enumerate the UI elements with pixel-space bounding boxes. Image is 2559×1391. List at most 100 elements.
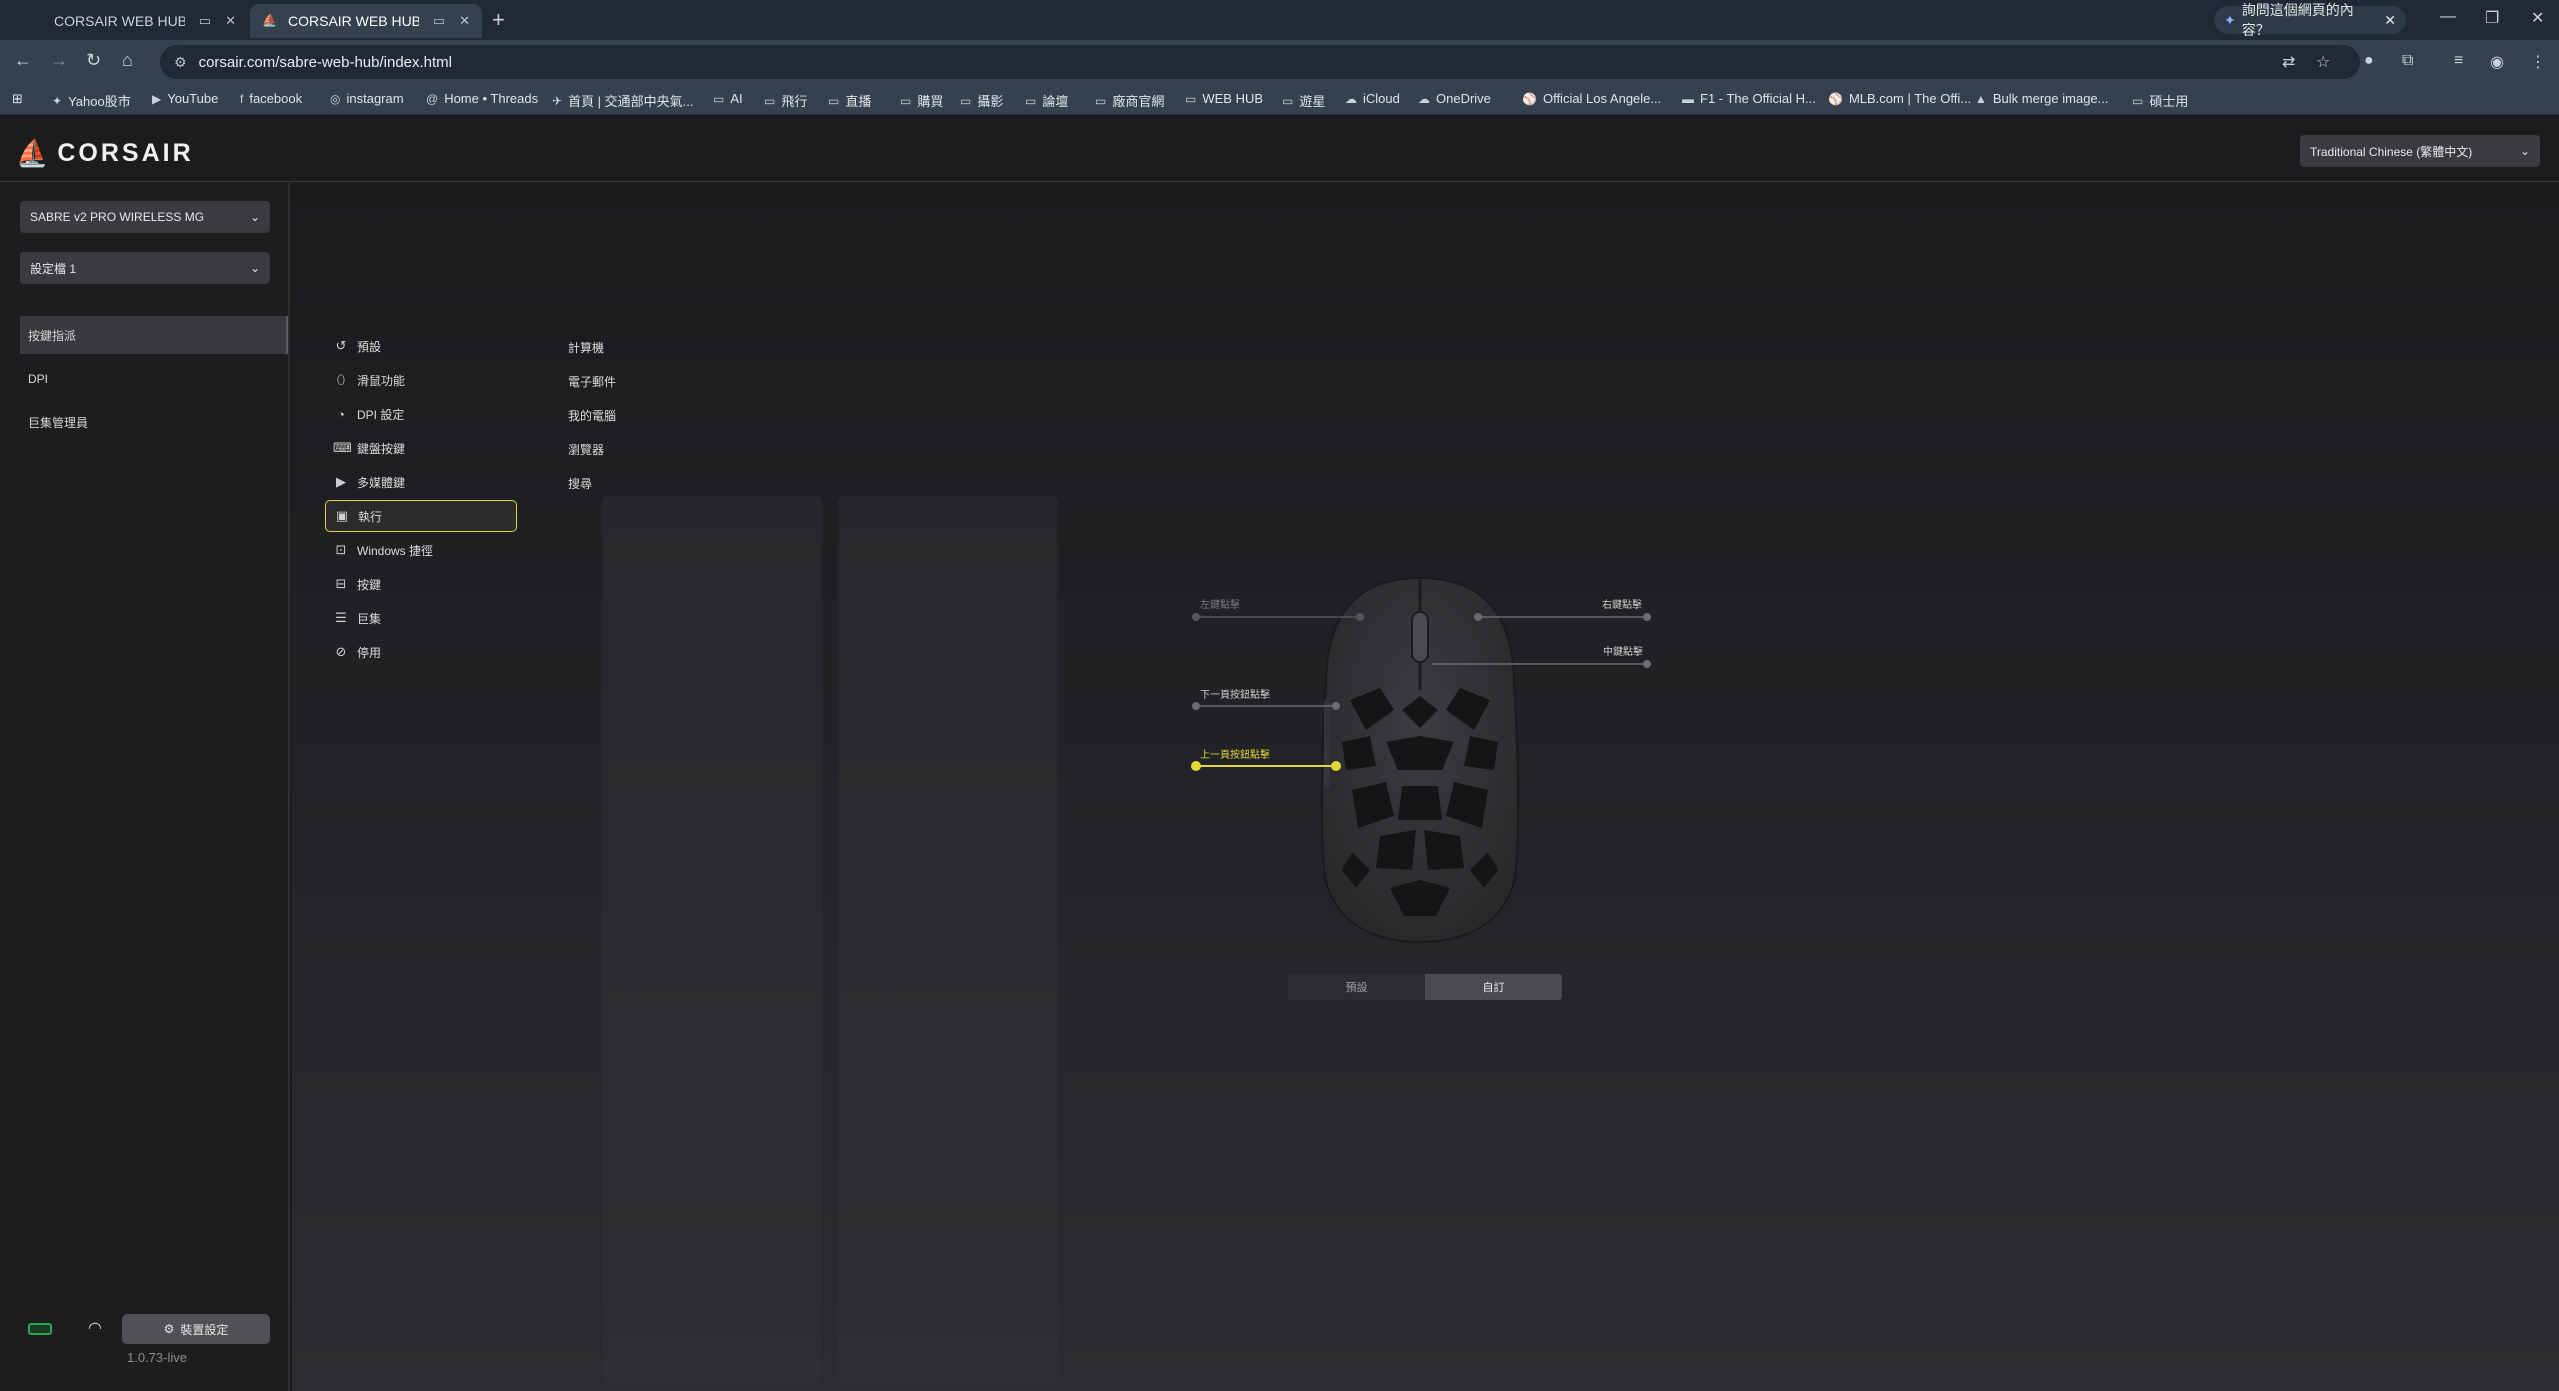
profile-avatar-icon[interactable]: ◉ bbox=[2490, 52, 2504, 72]
bookmark-favicon-icon: ☁ bbox=[1345, 91, 1357, 106]
home-icon[interactable]: ⌂ bbox=[122, 50, 133, 71]
bookmark-label: 廠商官網 bbox=[1112, 94, 1165, 109]
gear-icon: ⚙ bbox=[163, 1322, 175, 1336]
action-windows-shortcut[interactable]: ⊡ Windows 捷徑 bbox=[325, 534, 517, 566]
puzzle-icon[interactable]: ⧉ bbox=[2402, 52, 2413, 70]
action-key[interactable]: ⊟ 按鍵 bbox=[325, 568, 517, 600]
bookmark-item[interactable]: ▬ F1 - The Official H... bbox=[1682, 91, 1816, 106]
bookmark-item[interactable]: ▭ 碩士用 bbox=[2132, 91, 2188, 110]
device-select[interactable]: SABRE v2 PRO WIRELESS MG ⌄ bbox=[20, 201, 270, 233]
device-settings-button[interactable]: ⚙ 裝置設定 bbox=[122, 1314, 270, 1344]
tab-audio-icon[interactable]: ▭ bbox=[199, 13, 211, 29]
mode-preset-button[interactable]: 預設 bbox=[1288, 974, 1425, 1000]
bookmark-label: 飛行 bbox=[781, 94, 808, 109]
sidebar-item-dpi[interactable]: DPI bbox=[20, 360, 288, 398]
sub-action-browser[interactable]: 瀏覽器 bbox=[568, 441, 604, 458]
bookmark-item[interactable]: ⚾ Official Los Angele... bbox=[1522, 91, 1661, 106]
address-bar[interactable]: ⚙ corsair.com/sabre-web-hub/index.html bbox=[160, 45, 2360, 79]
sidebar-item-key-assignment[interactable]: 按鍵指派 bbox=[20, 316, 288, 354]
close-icon[interactable]: ✕ bbox=[459, 13, 470, 29]
bookmark-item[interactable]: ☁ iCloud bbox=[1345, 91, 1400, 106]
translate-icon[interactable]: ⇄ bbox=[2282, 52, 2295, 72]
mode-custom-button[interactable]: 自訂 bbox=[1425, 974, 1562, 1000]
action-macro[interactable]: ☰ 巨集 bbox=[325, 602, 517, 634]
action-mouse-function[interactable]: ⬯ 滑鼠功能 bbox=[325, 364, 517, 396]
browser-tab-bar: CORSAIR WEB HUB ▭ ✕ ⛵ CORSAIR WEB HUB ▭ … bbox=[0, 0, 2559, 40]
bookmark-item[interactable]: ▭ 購買 bbox=[900, 91, 943, 110]
reload-icon[interactable]: ↻ bbox=[86, 50, 101, 71]
bookmark-label: OneDrive bbox=[1436, 91, 1491, 106]
forward-icon[interactable]: → bbox=[50, 50, 68, 71]
action-dpi-settings[interactable]: ◔ DPI 設定 bbox=[325, 398, 517, 430]
app-version: 1.0.73-live bbox=[127, 1350, 187, 1365]
disable-icon: ⊘ bbox=[335, 644, 347, 659]
action-media-key[interactable]: ▶ 多媒體鍵 bbox=[325, 466, 517, 498]
bookmark-item[interactable]: ⚾ MLB.com | The Offi... bbox=[1828, 91, 1971, 106]
label-left-click[interactable]: 左鍵點擊 bbox=[1200, 596, 1240, 611]
close-icon[interactable]: ✕ bbox=[225, 13, 236, 29]
menu-icon[interactable]: ⋮ bbox=[2530, 52, 2546, 72]
bookmark-item[interactable]: ◎ instagram bbox=[330, 91, 404, 106]
apps-icon[interactable]: ⊞ bbox=[12, 91, 23, 107]
close-window-icon[interactable]: ✕ bbox=[2531, 8, 2544, 28]
bookmark-item[interactable]: ✦ Yahoo股市 bbox=[52, 91, 131, 110]
browser-tab-active[interactable]: ⛵ CORSAIR WEB HUB ▭ ✕ bbox=[250, 4, 482, 38]
sidebar-item-macro-manager[interactable]: 巨集管理員 bbox=[20, 403, 288, 441]
bookmark-star-icon[interactable]: ☆ bbox=[2316, 52, 2330, 72]
bookmark-item[interactable]: ▭ 論壇 bbox=[1025, 91, 1068, 110]
sub-action-my-computer[interactable]: 我的電腦 bbox=[568, 407, 616, 424]
media-control-icon[interactable]: ≡ bbox=[2454, 52, 2463, 70]
bookmark-item[interactable]: ▭ 飛行 bbox=[764, 91, 807, 110]
bookmark-item[interactable]: ▲ Bulk merge image... bbox=[1975, 91, 2109, 106]
bookmark-item[interactable]: ▭ 遊星 bbox=[1282, 91, 1325, 110]
close-icon[interactable]: ✕ bbox=[2384, 12, 2396, 29]
back-icon[interactable]: ← bbox=[14, 50, 32, 71]
site-info-icon[interactable]: ⚙ bbox=[174, 54, 187, 71]
bookmark-favicon-icon: ☁ bbox=[1418, 91, 1430, 106]
label-middle-click[interactable]: 中鍵點擊 bbox=[1603, 643, 1643, 658]
action-label: 執行 bbox=[358, 509, 383, 524]
ai-prompt-button[interactable]: ✦ 詢問這個網頁的內容？ ✕ bbox=[2214, 2, 2406, 38]
profile-value: 設定檔 1 bbox=[30, 261, 77, 276]
bookmark-item[interactable]: ▭ 廠商官網 bbox=[1095, 91, 1164, 110]
restore-icon[interactable]: ❐ bbox=[2485, 8, 2499, 28]
profile-select[interactable]: 設定檔 1 ⌄ bbox=[20, 252, 270, 284]
action-launch[interactable]: ▣ 執行 bbox=[325, 500, 517, 532]
sub-action-email[interactable]: 電子郵件 bbox=[568, 373, 616, 390]
device-value: SABRE v2 PRO WIRELESS MG bbox=[30, 210, 205, 224]
bookmark-item[interactable]: ▭ 直播 bbox=[828, 91, 871, 110]
label-forward-button[interactable]: 上一頁按鈕點擊 bbox=[1200, 746, 1270, 761]
language-select[interactable]: Traditional Chinese (繁體中文) ⌄ bbox=[2300, 135, 2540, 167]
url-text: corsair.com/sabre-web-hub/index.html bbox=[198, 53, 453, 71]
extension-icon[interactable]: ● bbox=[2364, 52, 2374, 70]
bookmark-label: 碩士用 bbox=[2149, 94, 2189, 109]
label-back-button[interactable]: 下一頁按鈕點擊 bbox=[1200, 686, 1270, 701]
minimize-icon[interactable]: — bbox=[2440, 8, 2456, 26]
label-right-click[interactable]: 右鍵點擊 bbox=[1602, 596, 1642, 611]
sub-action-calculator[interactable]: 計算機 bbox=[568, 339, 604, 356]
bookmark-item[interactable]: f facebook bbox=[240, 91, 302, 106]
bookmark-item[interactable]: ▭ AI bbox=[713, 91, 743, 106]
browser-tab[interactable]: CORSAIR WEB HUB ▭ ✕ bbox=[16, 4, 248, 38]
bookmark-item[interactable]: @ Home • Threads bbox=[426, 91, 538, 106]
tab-audio-icon[interactable]: ▭ bbox=[433, 13, 445, 29]
folder-icon: ▭ bbox=[1095, 93, 1107, 108]
bookmark-item[interactable]: ☁ OneDrive bbox=[1418, 91, 1491, 106]
bookmark-label: AI bbox=[730, 91, 743, 106]
action-preset[interactable]: ↺ 預設 bbox=[325, 330, 517, 362]
bookmark-favicon-icon: ✦ bbox=[52, 93, 63, 108]
bookmark-item[interactable]: ▭ WEB HUB bbox=[1185, 91, 1263, 106]
sub-action-search[interactable]: 搜尋 bbox=[568, 475, 592, 492]
bookmark-label: 首頁 | 交通部中央氣... bbox=[568, 94, 694, 109]
bookmarks-bar: ⊞ ✦ Yahoo股市 ▶ YouTube f facebook ◎ instagram @ Ho… bbox=[0, 85, 2559, 115]
action-disable[interactable]: ⊘ 停用 bbox=[325, 636, 517, 668]
action-keyboard-key[interactable]: ⌨ 鍵盤按鍵 bbox=[325, 432, 517, 464]
new-tab-button[interactable]: + bbox=[492, 7, 505, 33]
bookmark-item[interactable]: ✈ 首頁 | 交通部中央氣... bbox=[552, 91, 694, 110]
bookmark-item[interactable]: ▭ 攝影 bbox=[960, 91, 1003, 110]
keyboard-icon: ⌨ bbox=[333, 440, 352, 455]
bookmark-item[interactable]: ▶ YouTube bbox=[152, 91, 218, 106]
sparkle-icon: ✦ bbox=[2224, 11, 2236, 28]
tab-title: CORSAIR WEB HUB bbox=[54, 13, 185, 29]
action-label: 按鍵 bbox=[357, 577, 382, 592]
